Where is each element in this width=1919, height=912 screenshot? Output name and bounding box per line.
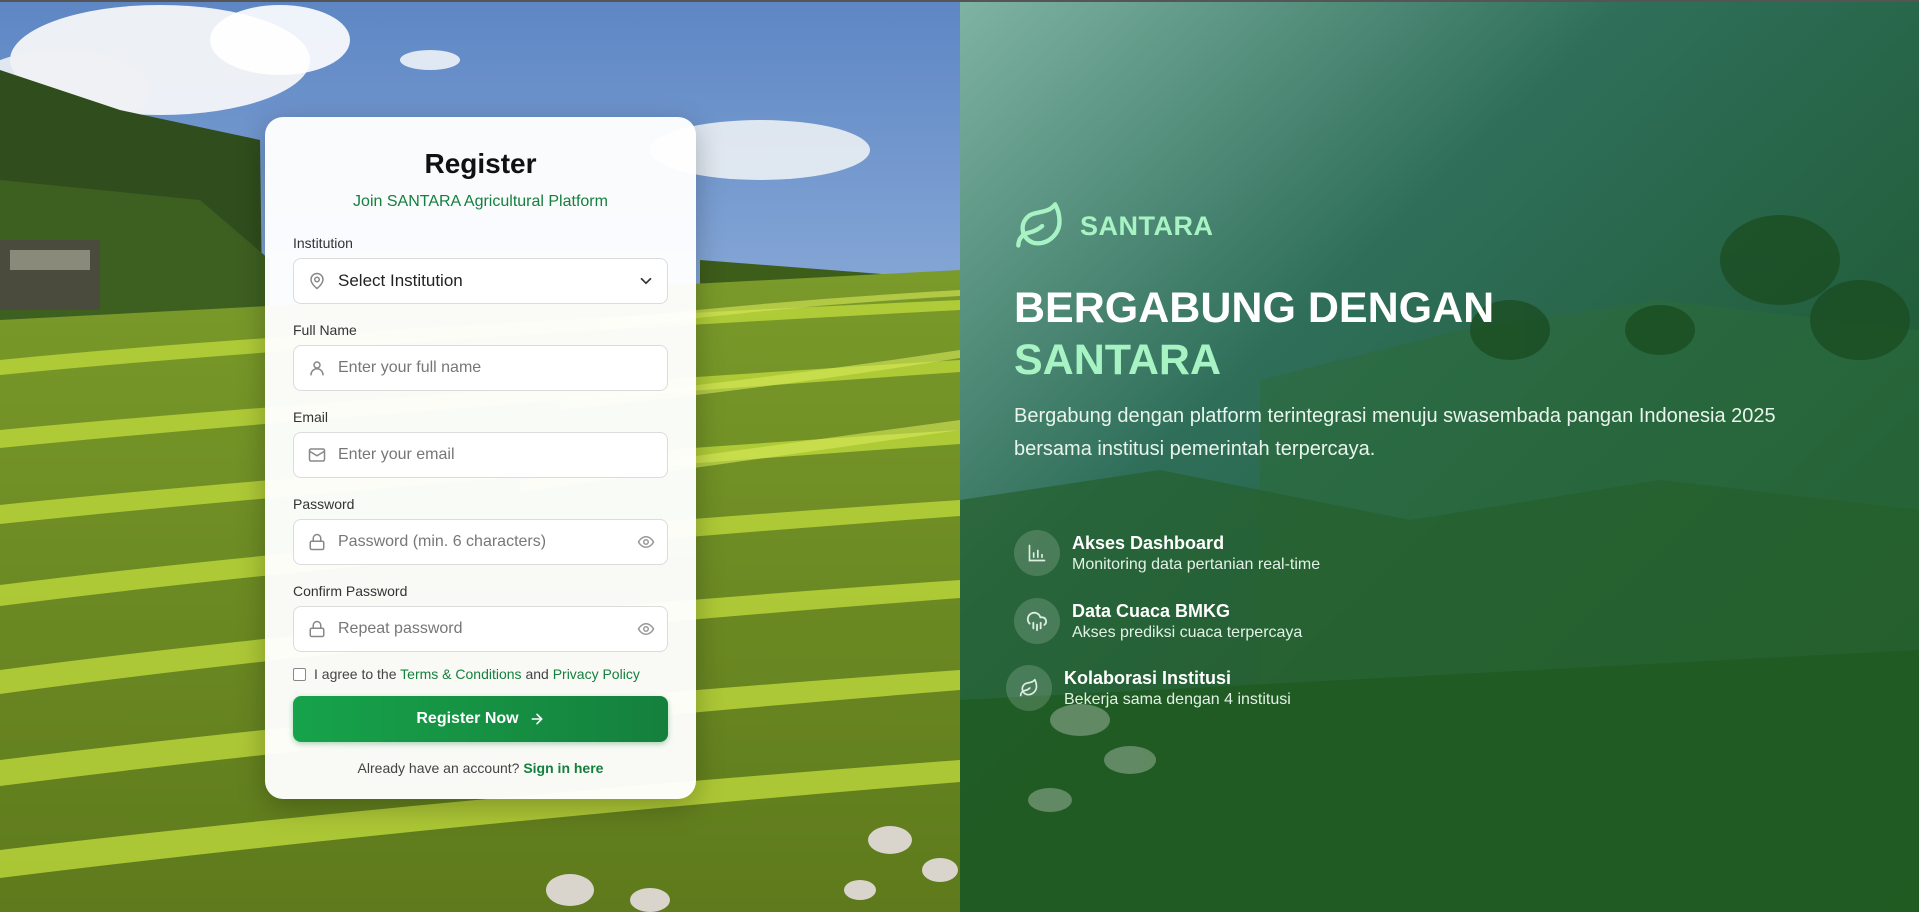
feature-title: Data Cuaca BMKG [1072,600,1231,621]
register-card: Register Join SANTARA Agricultural Platf… [265,117,696,799]
eye-icon[interactable] [637,620,655,638]
feature-desc: Akses prediksi cuaca terpercaya [1072,623,1303,641]
hero-description: Bergabung dengan platform terintegrasi m… [1014,405,1776,460]
lock-icon [309,620,325,638]
signin-prompt: Already have an account? Sign in here [293,760,668,776]
feature-dashboard: Akses Dashboard Monitoring data pertania… [1014,530,1320,576]
bar-chart-icon [1014,530,1060,576]
register-button-label: Register Now [416,710,519,727]
feature-collaboration: Kolaborasi Institusi Bekerja sama dengan… [1006,665,1291,711]
register-title: Register [424,148,537,179]
confirm-password-placeholder: Repeat password [338,620,463,637]
full-name-placeholder: Enter your full name [338,359,482,376]
signin-prompt-text: Already have an account? [357,760,520,776]
privacy-link[interactable]: Privacy Policy [553,666,640,682]
headline-line-1: BERGABUNG DENGAN [1014,284,1495,332]
email-field[interactable]: Enter your email [293,432,668,478]
email-placeholder: Enter your email [338,446,455,463]
headline-line-2: SANTARA [1014,336,1222,384]
leaf-logo-icon [1016,202,1062,248]
agreement-conjunction: and [525,666,549,682]
signin-link[interactable]: Sign in here [523,760,603,776]
lock-icon [309,533,325,551]
brand-logo: SANTARA [1014,200,1214,252]
hero-panel: SANTARA BERGABUNG DENGAN SANTARA Bergabu… [960,0,1919,912]
agreement-prefix: I agree to the [314,666,397,682]
mail-icon [308,448,326,462]
password-placeholder: Password (min. 6 characters) [338,533,547,550]
feature-desc: Monitoring data pertanian real-time [1072,555,1321,573]
password-field[interactable]: Password (min. 6 characters) [293,519,668,565]
eye-icon[interactable] [637,533,655,551]
institution-selected-value: Select Institution [338,271,463,290]
cloud-rain-icon [1014,598,1060,644]
feature-desc: Bekerja sama dengan 4 institusi [1064,690,1291,708]
email-label: Email [293,409,329,425]
map-pin-icon [310,272,324,290]
confirm-password-field[interactable]: Repeat password [293,606,668,652]
window-top-border [0,0,1919,2]
terms-checkbox[interactable] [293,667,306,681]
feature-title: Akses Dashboard [1072,532,1225,553]
terms-agreement: I agree to the Terms & Conditions and Pr… [293,666,668,682]
register-subtitle: Join SANTARA Agricultural Platform [353,193,608,210]
register-button[interactable]: Register Now [293,696,668,742]
terms-link[interactable]: Terms & Conditions [400,666,521,682]
hero-headline: BERGABUNG DENGAN SANTARA [1014,282,1494,386]
chevron-down-icon [640,277,652,285]
user-icon [310,361,324,376]
arrow-right-icon [531,713,543,725]
feature-title: Kolaborasi Institusi [1064,667,1232,688]
password-label: Password [293,496,355,512]
leaf-icon [1006,665,1052,711]
institution-select[interactable]: Select Institution [293,258,668,304]
full-name-label: Full Name [293,322,357,338]
agreement-text: I agree to the Terms & Conditions and Pr… [314,666,640,682]
full-name-field[interactable]: Enter your full name [293,345,668,391]
confirm-password-label: Confirm Password [293,583,408,599]
institution-label: Institution [293,235,353,251]
feature-weather: Data Cuaca BMKG Akses prediksi cuaca ter… [1014,598,1302,644]
brand-name: SANTARA [1080,210,1214,241]
